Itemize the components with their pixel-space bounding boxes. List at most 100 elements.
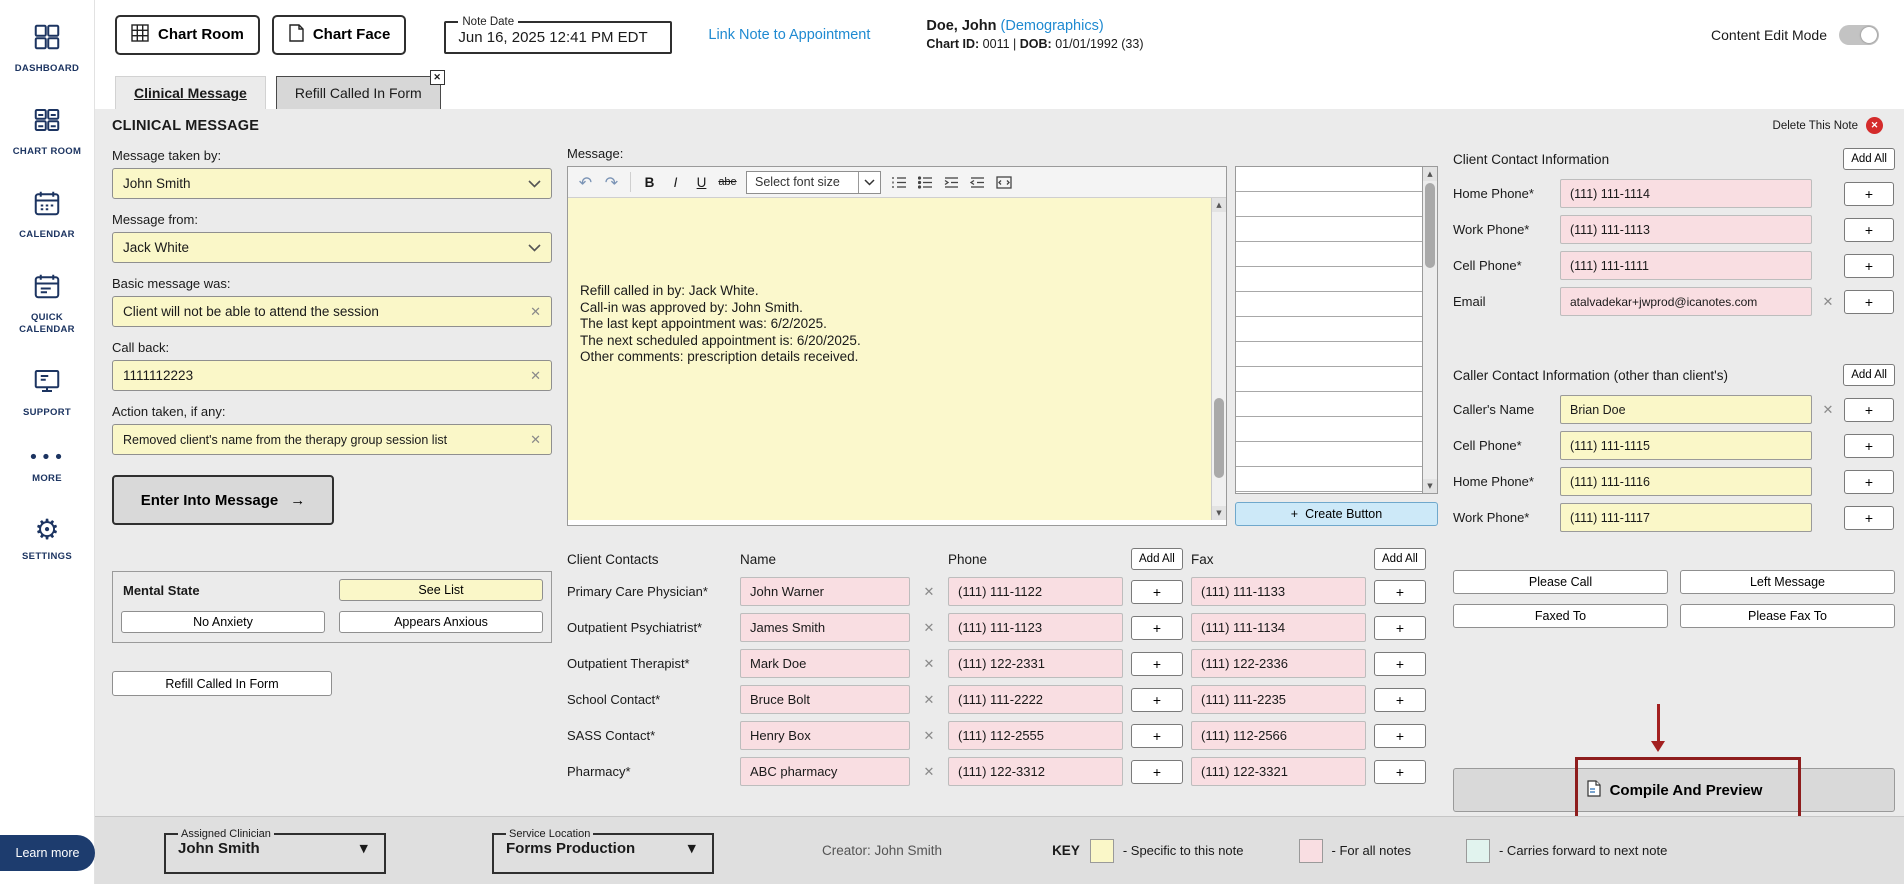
home-phone-field[interactable]: (111) 111-1114 bbox=[1560, 179, 1812, 208]
tab-refill-called-in-form[interactable]: Refill Called In Form ✕ bbox=[275, 70, 445, 109]
add-phone-button[interactable]: + bbox=[1131, 579, 1183, 604]
cell-phone-field[interactable]: (111) 111-1111 bbox=[1560, 251, 1812, 280]
see-list-button[interactable]: See List bbox=[339, 579, 543, 601]
callback-field[interactable]: 1111112223 ✕ bbox=[112, 360, 552, 391]
add-all-caller-info-button[interactable]: Add All bbox=[1843, 364, 1895, 386]
contact-name-field[interactable]: James Smith bbox=[740, 613, 910, 642]
indent-decrease-icon[interactable] bbox=[966, 171, 989, 194]
sidebar-item-calendar[interactable]: CALENDAR bbox=[19, 188, 75, 241]
scroll-up-icon[interactable]: ▲ bbox=[1212, 198, 1226, 212]
font-size-select[interactable]: Select font size bbox=[746, 170, 881, 194]
undo-icon[interactable]: ↶ bbox=[574, 171, 597, 194]
sidebar-item-support[interactable]: SUPPORT bbox=[23, 366, 71, 419]
caller-work-phone-field[interactable]: (111) 111-1117 bbox=[1560, 503, 1812, 532]
remove-icon[interactable]: ✕ bbox=[918, 728, 940, 744]
contact-phone-field[interactable]: (111) 111-2222 bbox=[948, 685, 1123, 714]
contact-name-field[interactable]: Mark Doe bbox=[740, 649, 910, 678]
refill-called-in-form-button[interactable]: Refill Called In Form bbox=[112, 671, 332, 696]
taken-by-select[interactable]: John Smith bbox=[112, 168, 552, 199]
learn-more-button[interactable]: Learn more bbox=[0, 835, 95, 871]
contact-name-field[interactable]: ABC pharmacy bbox=[740, 757, 910, 786]
sidebar-item-chart-room[interactable]: CHART ROOM bbox=[13, 105, 81, 158]
add-phone-button[interactable]: + bbox=[1131, 687, 1183, 712]
enter-into-message-button[interactable]: Enter Into Message → bbox=[112, 475, 334, 525]
underline-button[interactable]: U bbox=[690, 171, 713, 194]
remove-icon[interactable]: ✕ bbox=[918, 692, 940, 708]
note-date-fieldset[interactable]: Note Date Jun 16, 2025 12:41 PM EDT bbox=[444, 15, 673, 54]
contact-phone-field[interactable]: (111) 122-2331 bbox=[948, 649, 1123, 678]
tab-clinical-message[interactable]: Clinical Message bbox=[115, 76, 266, 109]
sidebar-item-quick-calendar[interactable]: QUICK CALENDAR bbox=[7, 271, 87, 336]
add-all-client-info-button[interactable]: Add All bbox=[1843, 148, 1895, 170]
contact-name-field[interactable]: Bruce Bolt bbox=[740, 685, 910, 714]
redo-icon[interactable]: ↷ bbox=[600, 171, 623, 194]
work-phone-field[interactable]: (111) 111-1113 bbox=[1560, 215, 1812, 244]
add-all-phone-button[interactable]: Add All bbox=[1131, 548, 1183, 570]
clear-icon[interactable]: ✕ bbox=[522, 432, 541, 448]
please-fax-to-button[interactable]: Please Fax To bbox=[1680, 604, 1895, 628]
add-button[interactable]: + bbox=[1844, 469, 1894, 494]
scrollbar-thumb[interactable] bbox=[1214, 398, 1224, 478]
add-button[interactable]: + bbox=[1844, 289, 1894, 314]
remove-icon[interactable]: ✕ bbox=[918, 620, 940, 636]
editor-scrollbar[interactable]: ▲ ▼ bbox=[1211, 198, 1226, 520]
source-view-icon[interactable] bbox=[992, 171, 1015, 194]
contact-fax-field[interactable]: (111) 112-2566 bbox=[1191, 721, 1366, 750]
sidebar-item-more[interactable]: ••• MORE bbox=[28, 449, 66, 485]
create-button[interactable]: + Create Button bbox=[1235, 502, 1438, 526]
contact-fax-field[interactable]: (111) 122-2336 bbox=[1191, 649, 1366, 678]
caller-name-field[interactable]: Brian Doe bbox=[1560, 395, 1812, 424]
add-fax-button[interactable]: + bbox=[1374, 723, 1426, 748]
please-call-button[interactable]: Please Call bbox=[1453, 570, 1668, 594]
contact-name-field[interactable]: Henry Box bbox=[740, 721, 910, 750]
add-phone-button[interactable]: + bbox=[1131, 723, 1183, 748]
add-fax-button[interactable]: + bbox=[1374, 759, 1426, 784]
sidebar-item-settings[interactable]: ⚙ SETTINGS bbox=[22, 515, 72, 563]
custom-buttons-list[interactable]: ▲ ▼ bbox=[1235, 166, 1438, 494]
strikethrough-button[interactable]: abe bbox=[716, 171, 739, 194]
action-taken-field[interactable]: Removed client's name from the therapy g… bbox=[112, 424, 552, 455]
contact-fax-field[interactable]: (111) 111-1133 bbox=[1191, 577, 1366, 606]
add-fax-button[interactable]: + bbox=[1374, 651, 1426, 676]
add-button[interactable]: + bbox=[1844, 505, 1894, 530]
contact-fax-field[interactable]: (111) 111-1134 bbox=[1191, 613, 1366, 642]
contact-phone-field[interactable]: (111) 111-1122 bbox=[948, 577, 1123, 606]
delete-this-note-button[interactable]: Delete This Note ✕ bbox=[1773, 117, 1883, 134]
email-field[interactable]: atalvadekar+jwprod@icanotes.com bbox=[1560, 287, 1812, 316]
link-note-to-appointment[interactable]: Link Note to Appointment bbox=[708, 27, 870, 43]
remove-icon[interactable]: ✕ bbox=[1819, 402, 1837, 418]
scroll-up-icon[interactable]: ▲ bbox=[1423, 167, 1437, 181]
content-edit-toggle[interactable] bbox=[1839, 24, 1879, 45]
bold-button[interactable]: B bbox=[638, 171, 661, 194]
add-button[interactable]: + bbox=[1844, 181, 1894, 206]
assigned-clinician-select[interactable]: John Smith ▼ bbox=[178, 840, 374, 857]
chart-face-button[interactable]: Chart Face bbox=[271, 14, 407, 55]
ordered-list-icon[interactable] bbox=[888, 171, 911, 194]
caller-home-phone-field[interactable]: (111) 111-1116 bbox=[1560, 467, 1812, 496]
contact-fax-field[interactable]: (111) 111-2235 bbox=[1191, 685, 1366, 714]
indent-increase-icon[interactable] bbox=[940, 171, 963, 194]
italic-button[interactable]: I bbox=[664, 171, 687, 194]
demographics-link[interactable]: (Demographics) bbox=[1001, 18, 1104, 34]
add-button[interactable]: + bbox=[1844, 253, 1894, 278]
add-all-fax-button[interactable]: Add All bbox=[1374, 548, 1426, 570]
remove-icon[interactable]: ✕ bbox=[1819, 294, 1837, 310]
add-phone-button[interactable]: + bbox=[1131, 759, 1183, 784]
add-phone-button[interactable]: + bbox=[1131, 615, 1183, 640]
remove-icon[interactable]: ✕ bbox=[918, 656, 940, 672]
contact-name-field[interactable]: John Warner bbox=[740, 577, 910, 606]
no-anxiety-button[interactable]: No Anxiety bbox=[121, 611, 325, 633]
bullet-list-icon[interactable] bbox=[914, 171, 937, 194]
appears-anxious-button[interactable]: Appears Anxious bbox=[339, 611, 543, 633]
add-phone-button[interactable]: + bbox=[1131, 651, 1183, 676]
scroll-down-icon[interactable]: ▼ bbox=[1212, 506, 1226, 520]
message-text-area[interactable]: Refill called in by: Jack White. Call-in… bbox=[568, 198, 1211, 520]
clear-icon[interactable]: ✕ bbox=[522, 368, 541, 384]
left-message-button[interactable]: Left Message bbox=[1680, 570, 1895, 594]
from-select[interactable]: Jack White bbox=[112, 232, 552, 263]
add-fax-button[interactable]: + bbox=[1374, 615, 1426, 640]
chart-room-button[interactable]: Chart Room bbox=[115, 14, 260, 55]
remove-icon[interactable]: ✕ bbox=[918, 764, 940, 780]
contact-phone-field[interactable]: (111) 122-3312 bbox=[948, 757, 1123, 786]
add-fax-button[interactable]: + bbox=[1374, 579, 1426, 604]
